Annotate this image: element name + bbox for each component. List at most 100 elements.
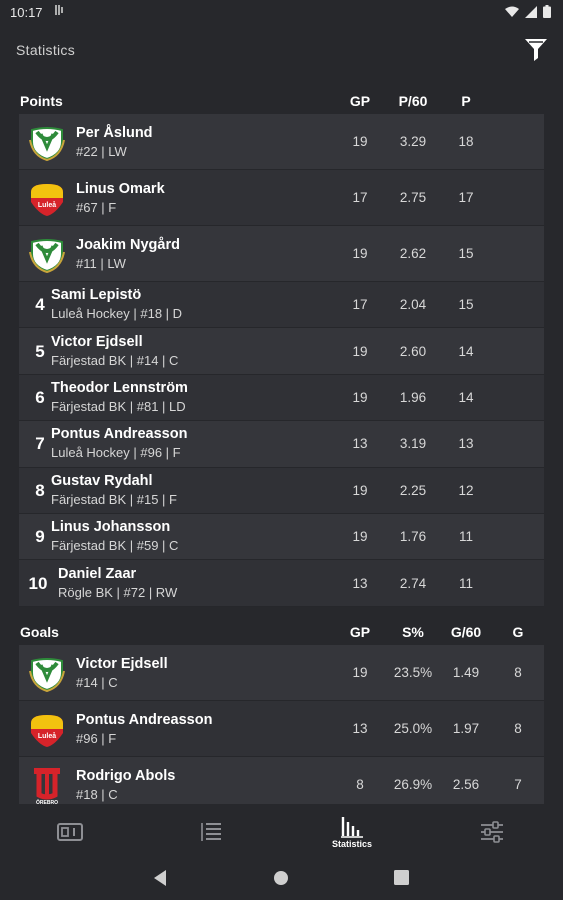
goals-row[interactable]: Luleå Pontus Andreasson #96 | F 13 25.0% 1.97… <box>19 701 544 757</box>
stat-points: 15 <box>458 297 474 313</box>
stat-p60: 2.75 <box>399 190 427 205</box>
stat-points: 12 <box>458 482 474 498</box>
player-rank: 8 <box>35 480 45 500</box>
goals-col-gp: GP <box>349 624 371 640</box>
player-details: Färjestad BK | #14 | C <box>51 352 179 368</box>
filter-icon <box>525 39 547 61</box>
points-title: Points <box>20 93 63 109</box>
status-icons <box>505 5 551 18</box>
signal-icon <box>525 5 537 18</box>
goals-col-g60: G/60 <box>450 624 482 640</box>
points-row[interactable]: Joakim Nygård #11 | LW 19 2.62 15 <box>19 226 544 282</box>
stat-gp: 13 <box>352 436 368 452</box>
home-icon[interactable] <box>273 870 289 886</box>
goals-row[interactable]: ÖREBRO Rodrigo Abols #18 | C 8 26.9% 2.56 7 <box>19 757 544 804</box>
player-rank: 4 <box>35 295 45 315</box>
player-name: Linus Johansson <box>51 519 171 536</box>
points-list: Per Åslund #22 | LW 19 3.29 18 Luleå Linus Oma… <box>19 114 544 607</box>
player-details: #67 | F <box>76 200 117 215</box>
status-notification-icon <box>54 4 64 19</box>
stat-g60: 2.56 <box>452 777 480 792</box>
filter-button[interactable] <box>523 36 549 62</box>
points-row[interactable]: 7 Pontus Andreasson Luleå Hockey | #96 | F… <box>19 421 544 468</box>
player-rank: 9 <box>35 527 45 547</box>
recents-icon[interactable] <box>394 870 409 885</box>
stat-g60: 1.97 <box>452 721 480 736</box>
points-row[interactable]: 8 Gustav Rydahl Färjestad BK | #15 | F 19 2.… <box>19 467 544 514</box>
lulea-logo-text: Luleå <box>38 732 56 740</box>
lulea-logo: Luleå <box>27 178 67 218</box>
stat-goals: 7 <box>514 777 522 792</box>
goals-section-header: Goals GP S% G/60 G <box>0 618 563 644</box>
stat-p60: 2.60 <box>399 343 427 359</box>
wifi-icon <box>505 6 519 17</box>
battery-icon <box>543 5 551 18</box>
system-navigation-bar <box>0 858 563 900</box>
page-title: Statistics <box>16 42 76 58</box>
stat-gp: 19 <box>352 389 368 405</box>
stat-gp: 19 <box>352 482 368 498</box>
points-row[interactable]: 10 Daniel Zaar Rögle BK | #72 | RW 13 2.74 11 <box>19 560 544 607</box>
goals-col-spct: S% <box>402 624 424 640</box>
player-details: Färjestad BK | #59 | C <box>51 538 179 554</box>
player-name: Pontus Andreasson <box>76 712 213 728</box>
lulea-logo-text: Luleå <box>38 201 56 209</box>
player-name: Daniel Zaar <box>58 565 137 582</box>
stat-g60: 1.49 <box>452 665 480 680</box>
nav-statistics[interactable]: Statistics <box>282 806 422 858</box>
nav-scoreboard[interactable] <box>0 806 140 858</box>
player-details: Luleå Hockey | #18 | D <box>51 306 183 322</box>
nav-settings[interactable] <box>422 806 562 858</box>
player-name: Linus Omark <box>76 181 165 197</box>
player-name: Pontus Andreasson <box>51 426 188 443</box>
stat-p60: 2.04 <box>399 297 427 313</box>
player-name: Joakim Nygård <box>76 237 180 253</box>
points-col-p60: P/60 <box>398 93 428 109</box>
stat-gp: 8 <box>356 777 364 792</box>
player-details: #96 | F <box>76 731 117 746</box>
stat-goals: 8 <box>514 721 522 736</box>
points-section-header: Points GP P/60 P <box>0 87 563 113</box>
stat-p60: 2.62 <box>399 246 427 261</box>
points-row[interactable]: Per Åslund #22 | LW 19 3.29 18 <box>19 114 544 170</box>
points-col-gp: GP <box>349 93 371 109</box>
player-rank: 6 <box>35 387 45 407</box>
player-details: #22 | LW <box>76 144 127 159</box>
stat-p60: 1.76 <box>399 529 427 545</box>
orebro-logo: ÖREBRO <box>27 765 67 804</box>
stat-gp: 17 <box>352 190 368 205</box>
stat-p60: 1.96 <box>399 389 427 405</box>
points-row[interactable]: Luleå Linus Omark #67 | F 17 2.75 17 <box>19 170 544 226</box>
stat-points: 11 <box>458 575 473 591</box>
player-name: Gustav Rydahl <box>51 472 153 489</box>
player-name: Per Åslund <box>76 125 153 141</box>
points-row[interactable]: 4 Sami Lepistö Luleå Hockey | #18 | D 17 2.0… <box>19 282 544 329</box>
points-row[interactable]: 9 Linus Johansson Färjestad BK | #59 | C 19… <box>19 513 544 561</box>
stat-points: 13 <box>458 436 474 452</box>
points-row[interactable]: 5 Victor Ejdsell Färjestad BK | #14 | C 19 2… <box>19 328 544 375</box>
stat-gp: 13 <box>352 575 368 591</box>
points-row[interactable]: 6 Theodor Lennström Färjestad BK | #81 | L… <box>19 374 544 422</box>
stat-p60: 2.25 <box>399 482 427 498</box>
stat-points: 14 <box>458 343 474 359</box>
back-icon[interactable] <box>152 869 168 887</box>
farjestad-logo <box>27 234 67 274</box>
stat-shot-pct: 23.5% <box>393 665 433 680</box>
player-details: Rögle BK | #72 | RW <box>58 584 178 600</box>
goals-list: Victor Ejdsell #14 | C 19 23.5% 1.49 8 Luleå Po… <box>19 645 544 804</box>
goals-row[interactable]: Victor Ejdsell #14 | C 19 23.5% 1.49 8 <box>19 645 544 701</box>
stat-points: 11 <box>458 529 473 545</box>
stat-gp: 19 <box>352 246 368 261</box>
stat-p60: 3.19 <box>399 436 427 452</box>
points-col-p: P <box>461 93 471 109</box>
stat-gp: 19 <box>352 343 368 359</box>
player-name: Victor Ejdsell <box>51 333 143 350</box>
stat-gp: 19 <box>352 529 368 545</box>
bottom-navigation: Statistics <box>0 806 563 858</box>
nav-standings[interactable] <box>141 806 281 858</box>
orebro-logo-text: ÖREBRO <box>36 799 58 804</box>
stat-gp: 17 <box>352 297 368 313</box>
settings-sliders-icon <box>481 821 503 843</box>
stat-p60: 2.74 <box>399 575 427 591</box>
player-name: Sami Lepistö <box>51 287 142 304</box>
